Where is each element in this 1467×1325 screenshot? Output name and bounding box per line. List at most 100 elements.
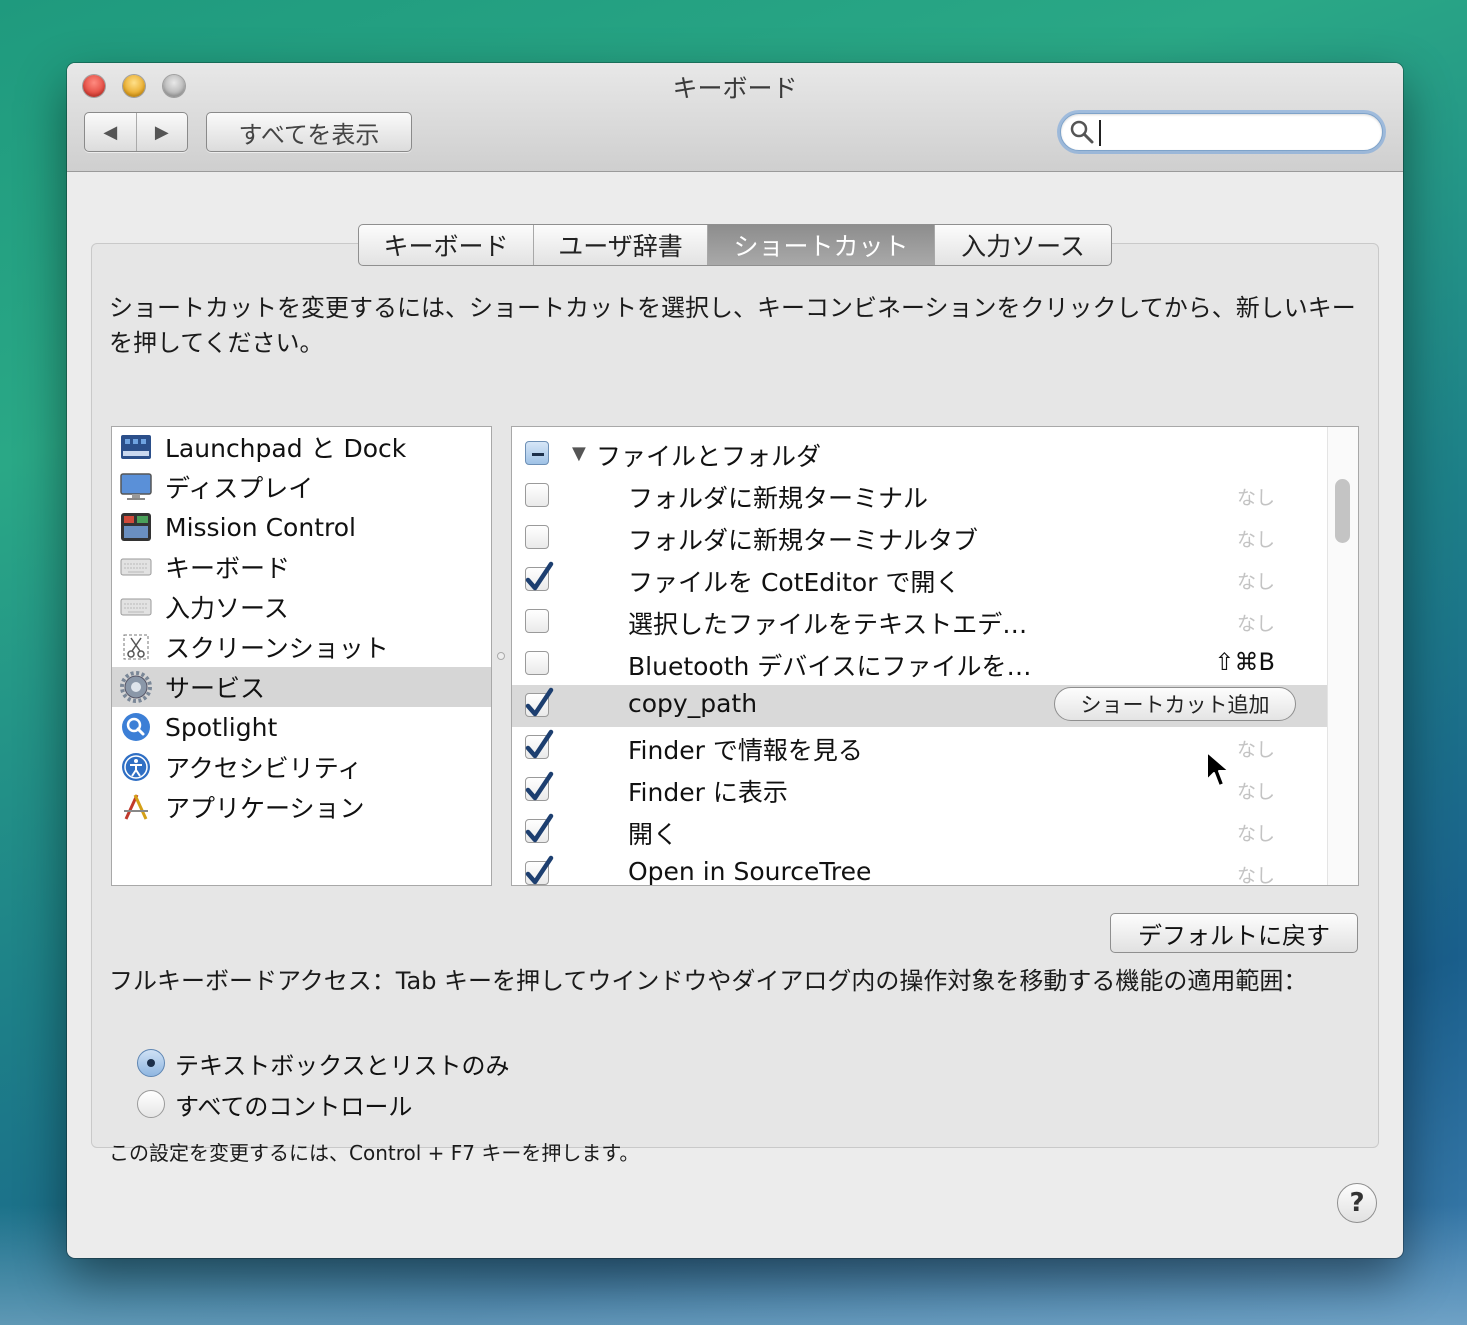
radio-button[interactable] [137, 1090, 165, 1118]
category-input-sources[interactable]: 入力ソース [112, 587, 491, 627]
category-label: Launchpad と Dock [165, 434, 407, 463]
back-arrow-icon: ◀ [103, 121, 118, 143]
radio-label: テキストボックスとリストのみ [175, 1051, 510, 1080]
search-field[interactable] [1060, 113, 1383, 151]
service-label: Bluetooth デバイスにファイルを… [628, 652, 1032, 681]
tab-user-dictionary[interactable]: ユーザ辞書 [534, 225, 708, 265]
control-f7-note: この設定を変更するには、Control + F7 キーを押します。 [109, 1141, 640, 1165]
service-row[interactable]: ファイルを CotEditor で開く なし [512, 559, 1327, 601]
service-shortcut[interactable]: ⇧⌘B [1214, 648, 1275, 676]
category-label: スクリーンショット [165, 634, 389, 663]
service-label: Finder に表示 [628, 778, 788, 807]
category-label: キーボード [165, 554, 291, 583]
category-screenshots[interactable]: スクリーンショット [112, 627, 491, 667]
split-view-handle[interactable] [497, 652, 505, 660]
checkmark-icon [525, 855, 554, 885]
service-shortcut[interactable]: なし [1237, 777, 1275, 804]
service-label: Open in SourceTree [628, 857, 872, 886]
input-source-icon [120, 592, 152, 622]
radio-all-controls[interactable]: すべてのコントロール [137, 1087, 412, 1121]
category-services[interactable]: サービス [112, 667, 491, 707]
gear-icon [120, 671, 152, 703]
radio-label: すべてのコントロール [175, 1092, 413, 1121]
service-checkbox[interactable] [525, 609, 549, 633]
launchpad-icon [120, 432, 152, 462]
category-label: アクセシビリティ [165, 754, 363, 783]
services-shortcut-list[interactable]: ▼ ファイルとフォルダ フォルダに新規ターミナル なし フォルダに新規ターミナル… [511, 426, 1359, 886]
checkmark-icon [525, 687, 554, 717]
tab-bar: キーボード ユーザ辞書 ショートカット 入力ソース [358, 224, 1112, 266]
service-row[interactable]: Bluetooth デバイスにファイルを… ⇧⌘B [512, 643, 1327, 685]
radio-button[interactable] [137, 1049, 165, 1077]
tab-shortcuts[interactable]: ショートカット [708, 225, 935, 265]
add-shortcut-button[interactable]: ショートカット追加 [1054, 687, 1296, 721]
display-icon [120, 472, 152, 502]
service-label: ファイルを CotEditor で開く [628, 568, 961, 597]
service-checkbox[interactable] [525, 687, 554, 717]
full-keyboard-access-text: フルキーボードアクセス：Tab キーを押してウインドウやダイアログ内の操作対象を… [109, 967, 1308, 995]
service-shortcut[interactable]: なし [1237, 483, 1275, 510]
service-shortcut[interactable]: なし [1237, 525, 1275, 552]
category-launchpad-dock[interactable]: Launchpad と Dock [112, 427, 491, 467]
service-row[interactable]: 開く なし [512, 811, 1327, 853]
category-mission-control[interactable]: Mission Control [112, 507, 491, 547]
service-row[interactable]: フォルダに新規ターミナル なし [512, 475, 1327, 517]
service-checkbox[interactable] [525, 483, 549, 507]
service-label: 開く [628, 820, 679, 849]
tab-input-sources[interactable]: 入力ソース [935, 225, 1111, 265]
category-spotlight[interactable]: Spotlight [112, 707, 491, 747]
spotlight-icon [120, 712, 152, 742]
mission-control-icon [120, 512, 152, 542]
service-group-files-folders[interactable]: ▼ ファイルとフォルダ [512, 433, 1327, 475]
service-label: copy_path [628, 689, 758, 718]
disclosure-triangle-icon[interactable]: ▼ [572, 443, 586, 464]
back-forward-control: ◀ ▶ [84, 112, 188, 152]
category-keyboard[interactable]: キーボード [112, 547, 491, 587]
service-shortcut[interactable]: なし [1237, 735, 1275, 762]
forward-arrow-icon: ▶ [154, 121, 169, 143]
checkmark-icon [525, 813, 554, 843]
search-icon [1070, 120, 1094, 144]
service-checkbox[interactable] [525, 525, 549, 549]
service-checkbox[interactable] [525, 771, 554, 801]
service-checkbox[interactable] [525, 561, 554, 591]
service-shortcut[interactable]: なし [1237, 819, 1275, 846]
service-checkbox[interactable] [525, 813, 554, 843]
help-button[interactable]: ? [1337, 1183, 1377, 1223]
radio-text-boxes-lists[interactable]: テキストボックスとリストのみ [137, 1046, 510, 1080]
restore-defaults-button[interactable]: デフォルトに戻す [1110, 913, 1358, 953]
shortcut-category-list[interactable]: Launchpad と Dock ディスプレイ Mission Control … [111, 426, 492, 886]
scrollbar-thumb[interactable] [1335, 479, 1350, 543]
service-label: 選択したファイルをテキストエデ… [628, 610, 1028, 639]
group-checkbox[interactable] [525, 441, 549, 465]
service-label: フォルダに新規ターミナル [628, 484, 929, 513]
service-shortcut[interactable]: なし [1237, 861, 1275, 885]
service-row[interactable]: Open in SourceTree なし [512, 853, 1327, 886]
back-button[interactable]: ◀ [85, 113, 137, 151]
forward-button[interactable]: ▶ [137, 113, 188, 151]
service-row[interactable]: フォルダに新規ターミナルタブ なし [512, 517, 1327, 559]
accessibility-icon [120, 752, 152, 782]
category-label: アプリケーション [165, 794, 365, 823]
service-shortcut[interactable]: なし [1237, 567, 1275, 594]
category-applications[interactable]: アプリケーション [112, 787, 491, 827]
category-display[interactable]: ディスプレイ [112, 467, 491, 507]
service-label: Finder で情報を見る [628, 736, 863, 765]
category-accessibility[interactable]: アクセシビリティ [112, 747, 491, 787]
service-checkbox[interactable] [525, 651, 549, 675]
category-label: Mission Control [165, 512, 356, 542]
service-row-selected[interactable]: copy_path ショートカット追加 [512, 685, 1327, 727]
category-label: ディスプレイ [165, 474, 314, 503]
service-checkbox[interactable] [525, 729, 554, 759]
service-shortcut[interactable]: なし [1237, 609, 1275, 636]
service-checkbox[interactable] [525, 855, 554, 885]
service-label: フォルダに新規ターミナルタブ [628, 526, 979, 555]
service-row[interactable]: 選択したファイルをテキストエデ… なし [512, 601, 1327, 643]
titlebar: キーボード ◀ ▶ すべてを表示 [67, 63, 1403, 172]
tab-keyboard[interactable]: キーボード [359, 225, 534, 265]
category-label: サービス [165, 674, 266, 703]
show-all-button[interactable]: すべてを表示 [206, 112, 412, 152]
text-caret [1099, 120, 1101, 146]
category-label: 入力ソース [165, 594, 289, 623]
group-label: ファイルとフォルダ [596, 442, 822, 471]
